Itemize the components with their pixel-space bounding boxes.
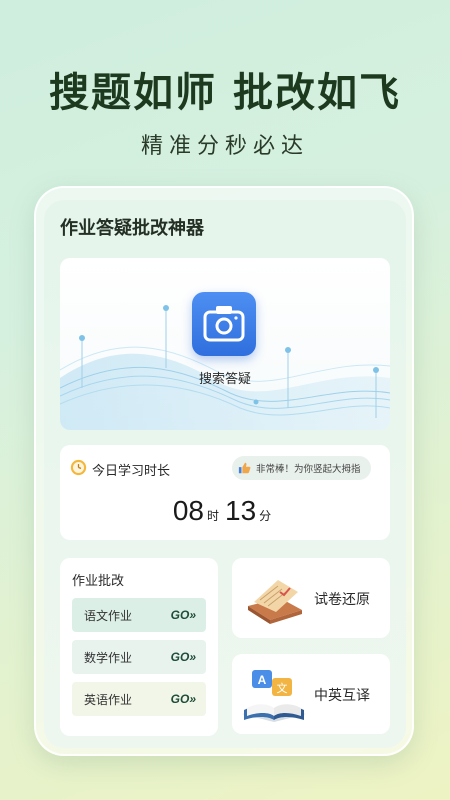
homework-item-chinese[interactable]: 语文作业 GO» bbox=[72, 598, 206, 632]
search-label: 搜索答疑 bbox=[198, 372, 251, 387]
go-link[interactable]: GO» bbox=[171, 608, 196, 622]
minutes-value: 13 bbox=[225, 495, 257, 526]
go-link[interactable]: GO» bbox=[171, 650, 196, 664]
app-title: 作业答疑批改神器 bbox=[60, 218, 204, 239]
study-time-label: 今日学习时长 bbox=[92, 464, 171, 479]
promo-subline: 精准分秒必达 bbox=[140, 134, 309, 159]
camera-icon bbox=[203, 306, 245, 342]
praise-badge: 非常棒！为你竖起大拇指 bbox=[232, 456, 371, 480]
app-screen: 作业答疑批改神器 搜索答疑 今日学习时长 非常棒！为你竖起大拇指 08 时 13… bbox=[44, 200, 406, 748]
study-time-display: 08 时 13 分 bbox=[60, 495, 390, 527]
test-paper-icon bbox=[248, 580, 302, 624]
test-paper-restore-label: 试卷还原 bbox=[314, 592, 370, 608]
camera-search-button[interactable] bbox=[192, 292, 256, 356]
search-card[interactable]: 搜索答疑 bbox=[60, 258, 390, 430]
clock-icon bbox=[70, 459, 87, 476]
homework-item-label: 语文作业 bbox=[84, 608, 133, 623]
translate-card[interactable]: A 文 中英互译 bbox=[232, 654, 390, 734]
homework-item-label: 数学作业 bbox=[84, 650, 133, 665]
homework-card: 作业批改 语文作业 GO» 数学作业 GO» 英语作业 GO» bbox=[60, 558, 218, 736]
svg-text:文: 文 bbox=[277, 681, 288, 695]
translate-book-icon: A 文 bbox=[242, 670, 306, 722]
homework-item-english[interactable]: 英语作业 GO» bbox=[72, 682, 206, 716]
promo-headline: 搜题如师 批改如飞 bbox=[49, 70, 401, 116]
test-paper-restore-card[interactable]: 试卷还原 bbox=[232, 558, 390, 638]
homework-title: 作业批改 bbox=[72, 574, 125, 589]
translate-label: 中英互译 bbox=[314, 688, 370, 704]
hours-unit: 时 bbox=[206, 509, 219, 523]
study-time-card: 今日学习时长 非常棒！为你竖起大拇指 08 时 13 分 bbox=[60, 445, 390, 540]
homework-item-label: 英语作业 bbox=[84, 692, 133, 707]
hours-value: 08 bbox=[172, 495, 204, 526]
svg-text:A: A bbox=[258, 673, 267, 687]
thumbs-up-icon bbox=[238, 462, 251, 474]
praise-text: 非常棒！为你竖起大拇指 bbox=[256, 464, 361, 475]
minutes-unit: 分 bbox=[259, 509, 272, 523]
go-link[interactable]: GO» bbox=[171, 692, 196, 706]
homework-item-math[interactable]: 数学作业 GO» bbox=[72, 640, 206, 674]
